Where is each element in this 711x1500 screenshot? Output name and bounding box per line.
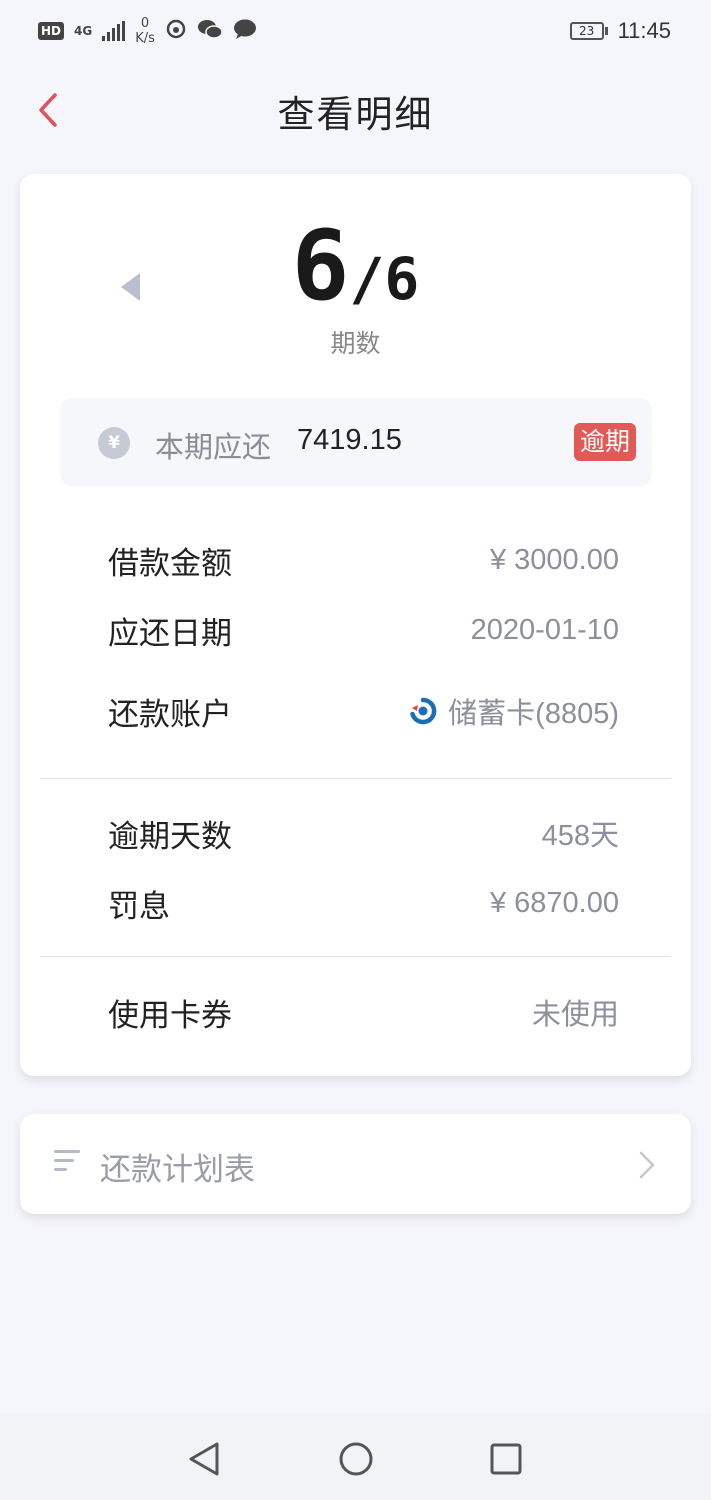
account-value-wrap: 储蓄卡(8805) bbox=[408, 690, 619, 732]
detail-card: 6/6 期数 ¥ 本期应还 7419.15 逾期 借款金额 ¥ 3000.00 … bbox=[20, 174, 691, 1076]
period-total: /6 bbox=[349, 245, 420, 313]
coupon-value: 未使用 bbox=[531, 999, 619, 1031]
nav-home-icon bbox=[339, 1442, 373, 1476]
account-row[interactable]: 还款账户 储蓄卡(8805) bbox=[108, 686, 619, 736]
bank-icon bbox=[410, 697, 437, 725]
due-summary: ¥ 本期应还 7419.15 逾期 bbox=[60, 398, 652, 486]
message-icon bbox=[233, 18, 257, 45]
penalty-row: 罚息 ¥ 6870.00 bbox=[108, 878, 619, 928]
due-label: 本期应还 bbox=[155, 430, 272, 464]
period-display: 6/6 bbox=[20, 210, 691, 322]
signal-icon bbox=[102, 21, 126, 41]
account-label: 还款账户 bbox=[108, 696, 232, 733]
net-speed: 0 K/s bbox=[135, 16, 155, 46]
coupon-row[interactable]: 使用卡券 未使用 bbox=[108, 987, 619, 1037]
due-date-row: 应还日期 2020-01-10 bbox=[108, 605, 619, 655]
loan-amount-value: ¥ 3000.00 bbox=[489, 543, 619, 576]
overdue-days-row: 逾期天数 458天 bbox=[108, 808, 619, 858]
chevron-right-icon bbox=[639, 1151, 655, 1179]
period-label: 期数 bbox=[330, 329, 381, 358]
loan-amount-row: 借款金额 ¥ 3000.00 bbox=[108, 535, 619, 585]
status-right: 23 11:45 bbox=[569, 18, 671, 44]
list-icon bbox=[54, 1150, 82, 1176]
repayment-plan-label: 还款计划表 bbox=[100, 1152, 255, 1188]
battery-level: 23 bbox=[569, 22, 604, 40]
nav-home-button[interactable] bbox=[336, 1439, 376, 1479]
nav-back-button[interactable] bbox=[184, 1439, 224, 1479]
repayment-plan-button[interactable]: 还款计划表 bbox=[20, 1114, 691, 1214]
coupon-label: 使用卡券 bbox=[108, 997, 232, 1034]
wechat-icon bbox=[197, 18, 223, 45]
divider-2 bbox=[40, 956, 671, 957]
nav-back-icon bbox=[189, 1442, 219, 1476]
penalty-label: 罚息 bbox=[108, 888, 170, 925]
due-amount: 7419.15 bbox=[297, 424, 402, 456]
overdue-days-label: 逾期天数 bbox=[108, 818, 232, 855]
page-title: 查看明细 bbox=[277, 93, 434, 136]
status-bar: HD 4G 0 K/s 23 11:45 bbox=[0, 0, 711, 62]
status-left: HD 4G 0 K/s bbox=[38, 16, 257, 46]
divider-1 bbox=[40, 778, 671, 779]
due-date-value: 2020-01-10 bbox=[470, 613, 619, 646]
due-date-label: 应还日期 bbox=[108, 615, 232, 652]
battery-icon: 23 bbox=[569, 22, 608, 40]
nav-recents-icon bbox=[490, 1443, 522, 1475]
loan-amount-label: 借款金额 bbox=[108, 545, 232, 582]
clock: 11:45 bbox=[617, 18, 671, 43]
net-speed-unit: K/s bbox=[135, 31, 155, 46]
hd-indicator: HD bbox=[38, 22, 65, 40]
network-indicator: 4G bbox=[74, 24, 93, 38]
penalty-value: ¥ 6870.00 bbox=[489, 886, 619, 919]
header: 查看明细 bbox=[0, 72, 711, 148]
period-current: 6 bbox=[291, 210, 350, 322]
net-speed-value: 0 bbox=[140, 16, 150, 31]
account-value: 储蓄卡(8805) bbox=[448, 698, 619, 730]
overdue-days-value: 458天 bbox=[541, 820, 619, 852]
nav-recents-button[interactable] bbox=[486, 1439, 526, 1479]
yen-icon: ¥ bbox=[98, 427, 130, 459]
weibo-icon bbox=[165, 18, 187, 45]
system-nav-bar bbox=[0, 1414, 711, 1500]
overdue-badge: 逾期 bbox=[573, 423, 636, 461]
